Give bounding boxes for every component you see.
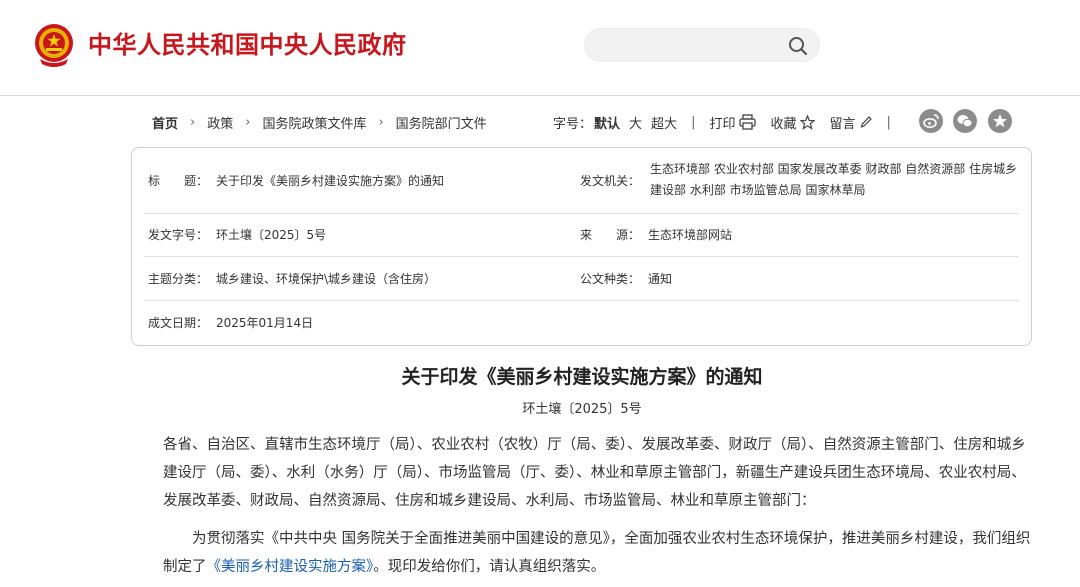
attachment-link[interactable]: 《美丽乡村建设实施方案》 xyxy=(207,559,374,575)
row-divider xyxy=(144,213,1019,214)
info-source-label: 来 源： xyxy=(580,228,641,242)
info-type-value: 通知 xyxy=(648,272,673,286)
chevron-right-icon: › xyxy=(190,114,196,130)
print-label: 打印 xyxy=(709,116,736,132)
info-docno-label: 发文字号： xyxy=(148,228,209,242)
info-type-cell: 公文种类： 通知 xyxy=(580,269,672,289)
site-title[interactable]: 中华人民共和国中央人民政府 xyxy=(88,25,407,60)
article-doc-number: 环土壤〔2025〕5号 xyxy=(522,402,642,417)
info-issuer-label: 发文机关： xyxy=(580,174,641,188)
share-favorite-button[interactable] xyxy=(988,109,1012,133)
row-divider xyxy=(144,256,1019,257)
comment-label: 留言 xyxy=(829,116,856,132)
article-recipients: 各省、自治区、直辖市生态环境厅（局）、农业农村（农牧）厅（局、委）、发展改革委、… xyxy=(163,437,1026,509)
info-source-cell: 来 源： 生态环境部网站 xyxy=(580,225,732,245)
info-source-value: 生态环境部网站 xyxy=(648,228,733,242)
toolbar-divider: | xyxy=(691,114,696,130)
info-docno-value: 环土壤〔2025〕5号 xyxy=(216,228,327,242)
info-issuer-value: 生态环境部 农业农村部 国家发展改革委 财政部 自然资源部 住房城乡建设部 水利… xyxy=(650,162,1018,197)
font-size-label: 字号： xyxy=(553,116,593,132)
printer-icon xyxy=(739,114,757,130)
info-title-value: 关于印发《美丽乡村建设实施方案》的通知 xyxy=(216,174,445,188)
info-category-value: 城乡建设、环境保护\城乡建设（含住房） xyxy=(216,272,437,286)
info-title-label: 标 题： xyxy=(148,174,209,188)
pencil-icon xyxy=(860,116,872,128)
breadcrumb-home[interactable]: 首页 xyxy=(152,113,178,132)
info-docno-cell: 发文字号： 环土壤〔2025〕5号 xyxy=(148,225,326,245)
weibo-icon xyxy=(923,114,939,128)
breadcrumb-policy-library[interactable]: 国务院政策文件库 xyxy=(262,113,366,132)
info-type-label: 公文种类： xyxy=(580,272,641,286)
font-size-default[interactable]: 默认 xyxy=(594,113,620,132)
toolbar-divider: | xyxy=(886,114,891,130)
search-box[interactable] xyxy=(584,28,820,62)
search-input[interactable] xyxy=(601,35,781,57)
favorite-button[interactable]: 收藏 xyxy=(770,113,816,132)
share-wechat-button[interactable] xyxy=(953,109,977,133)
article-body-paragraph: 为贯彻落实《中共中央 国务院关于全面推进美丽中国建设的意见》，全面加强农业农村生… xyxy=(163,525,1033,581)
breadcrumb-policy[interactable]: 政策 xyxy=(207,113,233,132)
national-emblem-icon[interactable] xyxy=(30,21,78,69)
font-size-large[interactable]: 大 xyxy=(629,113,642,132)
comment-button[interactable]: 留言 xyxy=(829,113,872,132)
info-category-cell: 主题分类： 城乡建设、环境保护\城乡建设（含住房） xyxy=(148,269,436,289)
article-toolbar: 字号： 默认 大 超大 | 打印 收藏 留言 | xyxy=(553,111,905,133)
share-weibo-button[interactable] xyxy=(919,109,943,133)
info-date-cell: 成文日期： 2025年01月14日 xyxy=(148,313,313,333)
chevron-right-icon: › xyxy=(245,114,251,130)
row-divider xyxy=(144,300,1019,301)
chevron-right-icon: › xyxy=(378,114,384,130)
star-icon xyxy=(800,114,816,130)
info-category-label: 主题分类： xyxy=(148,272,209,286)
favorite-label: 收藏 xyxy=(770,116,797,132)
body-text-part2: 。现印发给你们，请认真组织落实。 xyxy=(373,559,606,575)
breadcrumb: 首页 › 政策 › 国务院政策文件库 › 国务院部门文件 xyxy=(152,111,487,133)
star-icon xyxy=(993,114,1007,128)
print-button[interactable]: 打印 xyxy=(709,113,757,132)
search-icon[interactable] xyxy=(787,35,809,57)
site-header: 中华人民共和国中央人民政府 xyxy=(0,0,1080,96)
article-title: 关于印发《美丽乡村建设实施方案》的通知 xyxy=(401,366,763,388)
document-info-box: 标 题： 关于印发《美丽乡村建设实施方案》的通知 发文机关： 生态环境部 农业农村… xyxy=(131,147,1032,346)
info-date-label: 成文日期： xyxy=(148,316,209,330)
info-title-cell: 标 题： 关于印发《美丽乡村建设实施方案》的通知 xyxy=(148,171,444,191)
info-date-value: 2025年01月14日 xyxy=(216,316,314,330)
wechat-icon xyxy=(957,115,973,128)
breadcrumb-department-docs[interactable]: 国务院部门文件 xyxy=(396,113,487,132)
font-size-xlarge[interactable]: 超大 xyxy=(651,113,677,132)
